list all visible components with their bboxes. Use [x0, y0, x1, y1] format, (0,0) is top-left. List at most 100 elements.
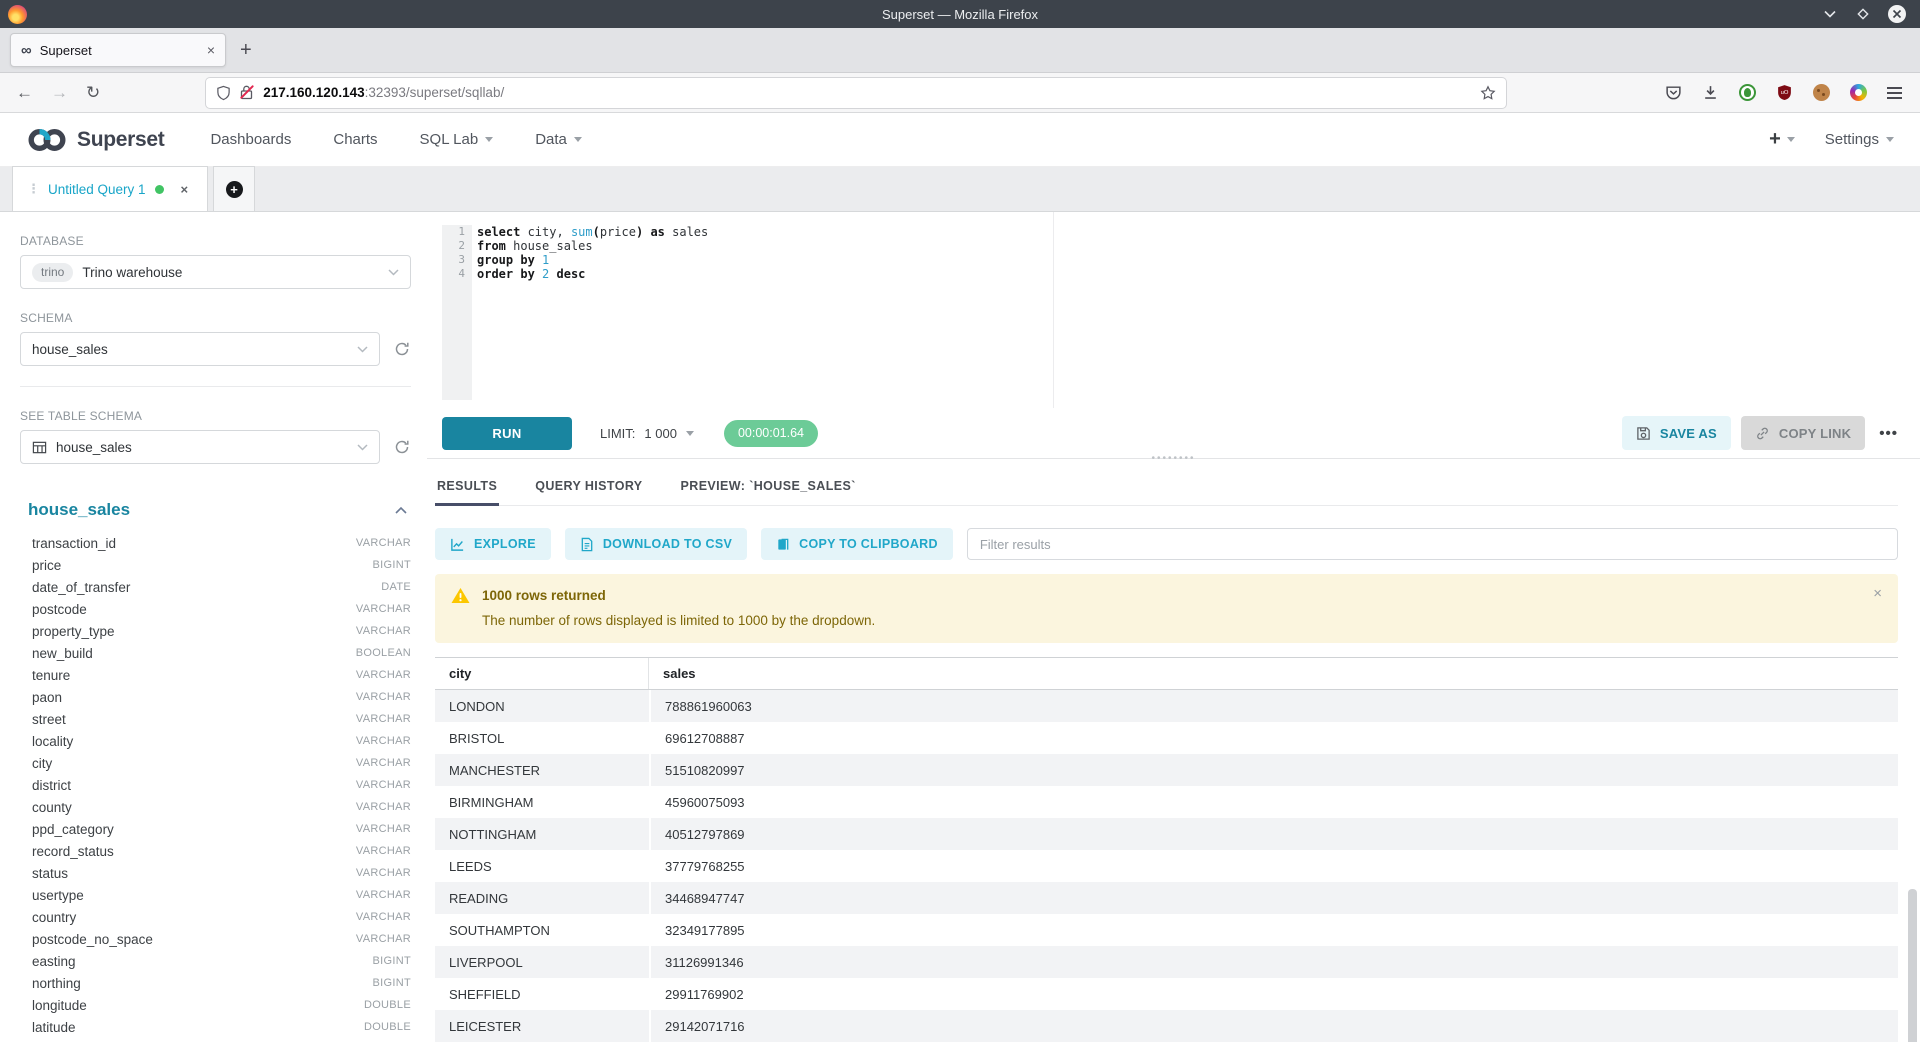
tab-preview-house-sales[interactable]: PREVIEW: `HOUSE_SALES` [679, 467, 858, 505]
column-header-sales[interactable]: sales [649, 658, 1898, 689]
new-tab-button[interactable]: + [240, 40, 252, 60]
download-csv-button[interactable]: DOWNLOAD TO CSV [565, 528, 747, 560]
query-tab-bar: ⋮ Untitled Query 1 × + [0, 167, 1920, 212]
alert-close-icon[interactable]: × [1873, 585, 1882, 602]
schema-column-row[interactable]: countryVARCHAR [20, 906, 411, 928]
downloads-icon[interactable] [1702, 84, 1719, 101]
privacy-badger-extension-icon[interactable] [1739, 84, 1756, 101]
menu-icon[interactable] [1887, 87, 1902, 99]
result-row[interactable]: MANCHESTER51510820997 [435, 754, 1898, 786]
back-button[interactable]: ← [16, 83, 33, 103]
more-actions-button[interactable]: ••• [1879, 425, 1898, 442]
nav-charts[interactable]: Charts [333, 131, 377, 148]
schema-column-row[interactable]: usertypeVARCHAR [20, 884, 411, 906]
reload-button[interactable]: ↻ [86, 83, 100, 103]
query-tab-close-icon[interactable]: × [181, 182, 189, 197]
schema-column-row[interactable]: transaction_idVARCHAR [20, 532, 411, 554]
schema-column-row[interactable]: postcodeVARCHAR [20, 598, 411, 620]
schema-column-row[interactable]: postcode_no_spaceVARCHAR [20, 928, 411, 950]
schema-column-row[interactable]: streetVARCHAR [20, 708, 411, 730]
column-header-city[interactable]: city [435, 658, 649, 689]
column-name: street [32, 712, 66, 727]
schema-column-row[interactable]: cityVARCHAR [20, 752, 411, 774]
drag-handle-icon[interactable]: ⋮ [27, 181, 39, 197]
column-type: VARCHAR [356, 691, 411, 703]
schema-column-row[interactable]: longitudeDOUBLE [20, 994, 411, 1016]
result-row[interactable]: LEEDS37779768255 [435, 850, 1898, 882]
ublock-extension-icon[interactable]: uO [1776, 84, 1793, 101]
window-maximize-button[interactable] [1855, 6, 1871, 22]
nav-data[interactable]: Data [535, 131, 582, 148]
window-minimize-button[interactable] [1822, 6, 1838, 22]
forward-button[interactable]: → [51, 83, 68, 103]
filter-results-input[interactable] [967, 528, 1898, 560]
insecure-lock-icon[interactable] [240, 85, 254, 100]
nav-dashboards[interactable]: Dashboards [210, 131, 291, 148]
superset-logo[interactable]: Superset [26, 126, 164, 154]
schema-select[interactable]: house_sales [20, 332, 380, 366]
schema-column-row[interactable]: new_buildBOOLEAN [20, 642, 411, 664]
result-row[interactable]: LONDON788861960063 [435, 690, 1898, 722]
schema-column-row[interactable]: localityVARCHAR [20, 730, 411, 752]
result-row[interactable]: NOTTINGHAM40512797869 [435, 818, 1898, 850]
copy-link-button[interactable]: COPY LINK [1741, 416, 1865, 450]
tab-query-history[interactable]: QUERY HISTORY [533, 467, 644, 505]
schema-column-row[interactable]: date_of_transferDATE [20, 576, 411, 598]
database-select[interactable]: trino Trino warehouse [20, 255, 411, 289]
schema-column-row[interactable]: paonVARCHAR [20, 686, 411, 708]
code-line[interactable]: select city, sum(price) as sales [472, 225, 708, 239]
alert-message-text: The number of rows displayed is limited … [482, 613, 1882, 628]
tab-close-icon[interactable]: × [207, 42, 215, 58]
window-close-button[interactable] [1888, 5, 1906, 23]
schema-column-row[interactable]: northingBIGINT [20, 972, 411, 994]
query-tab[interactable]: ⋮ Untitled Query 1 × [12, 166, 208, 211]
refresh-schema-icon[interactable] [393, 340, 411, 358]
result-row[interactable]: BIRMINGHAM45960075093 [435, 786, 1898, 818]
code-line[interactable]: group by 1 [472, 253, 549, 267]
result-row[interactable]: SOUTHAMPTON32349177895 [435, 914, 1898, 946]
settings-menu[interactable]: Settings [1825, 131, 1894, 148]
table-schema-select[interactable]: house_sales [20, 430, 380, 464]
schema-column-row[interactable]: record_statusVARCHAR [20, 840, 411, 862]
url-text[interactable]: 217.160.120.143:32393/superset/sqllab/ [263, 85, 1471, 100]
result-row[interactable]: LEICESTER29142071716 [435, 1010, 1898, 1042]
explore-button[interactable]: EXPLORE [435, 528, 551, 560]
schema-column-row[interactable]: eastingBIGINT [20, 950, 411, 972]
result-row[interactable]: LIVERPOOL31126991346 [435, 946, 1898, 978]
table-schema-panel-header[interactable]: house_sales [20, 500, 411, 520]
schema-column-row[interactable]: ppd_categoryVARCHAR [20, 818, 411, 840]
code-line[interactable]: from house_sales [472, 239, 593, 253]
copy-clipboard-button[interactable]: COPY TO CLIPBOARD [761, 528, 953, 560]
sql-code[interactable]: 1select city, sum(price) as sales2from h… [442, 225, 708, 281]
pocket-icon[interactable] [1665, 84, 1682, 101]
bookmark-star-icon[interactable] [1480, 85, 1496, 101]
schema-column-row[interactable]: statusVARCHAR [20, 862, 411, 884]
run-button[interactable]: RUN [442, 417, 572, 450]
url-bar[interactable]: 217.160.120.143:32393/superset/sqllab/ [206, 78, 1506, 108]
schema-column-row[interactable]: property_typeVARCHAR [20, 620, 411, 642]
result-row[interactable]: SHEFFIELD29911769902 [435, 978, 1898, 1010]
nav-sql-lab[interactable]: SQL Lab [420, 131, 494, 148]
schema-column-row[interactable]: countyVARCHAR [20, 796, 411, 818]
sql-editor[interactable]: 1select city, sum(price) as sales2from h… [427, 212, 1920, 408]
chevron-up-icon[interactable] [395, 506, 407, 514]
add-query-tab-button[interactable]: + [213, 166, 255, 211]
tracking-shield-icon[interactable] [216, 85, 231, 101]
result-row[interactable]: READING34468947747 [435, 882, 1898, 914]
cookie-autodelete-extension-icon[interactable] [1813, 84, 1830, 101]
add-new-button[interactable]: + [1769, 128, 1795, 151]
schema-column-row[interactable]: tenureVARCHAR [20, 664, 411, 686]
tab-results[interactable]: RESULTS [435, 467, 499, 505]
code-line[interactable]: order by 2 desc [472, 267, 585, 281]
limit-dropdown[interactable]: LIMIT: 1 000 [600, 426, 694, 441]
browser-tab[interactable]: ∞ Superset × [10, 33, 226, 67]
schema-column-row[interactable]: priceBIGINT [20, 554, 411, 576]
refresh-table-schema-icon[interactable] [393, 438, 411, 456]
extension-pinwheel-icon[interactable] [1850, 84, 1867, 101]
result-row[interactable]: BRISTOL69612708887 [435, 722, 1898, 754]
scrollbar-thumb[interactable] [1908, 889, 1917, 1042]
save-as-button[interactable]: SAVE AS [1622, 416, 1731, 450]
result-cell: 29142071716 [651, 1010, 1898, 1042]
schema-column-row[interactable]: latitudeDOUBLE [20, 1016, 411, 1038]
schema-column-row[interactable]: districtVARCHAR [20, 774, 411, 796]
